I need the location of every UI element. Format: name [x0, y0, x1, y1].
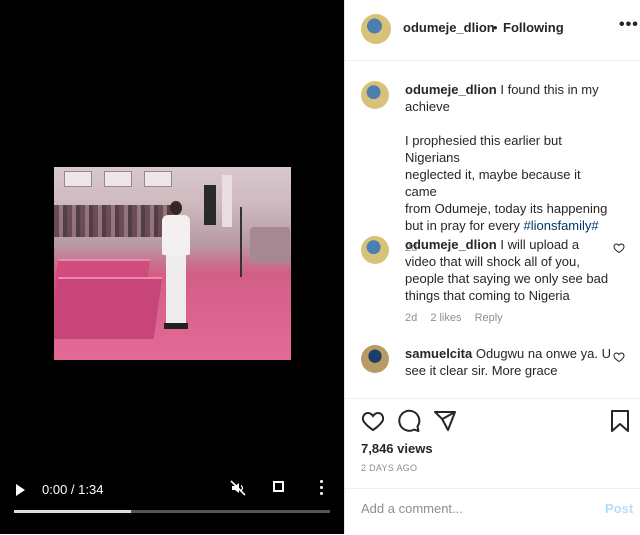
header-username[interactable]: odumeje_dlion	[403, 20, 495, 35]
video-window	[104, 171, 132, 187]
comment-text-line: but in pray for every	[405, 218, 524, 233]
video-speaker-person	[156, 201, 196, 331]
video-progress-bar[interactable]	[14, 510, 330, 513]
more-options-icon[interactable]	[320, 480, 324, 498]
heart-icon[interactable]	[613, 351, 625, 363]
video-window	[64, 171, 92, 187]
comment-username[interactable]: odumeje_dlion	[405, 237, 497, 252]
comment-time[interactable]: 2d	[405, 312, 417, 324]
reply-button[interactable]: Reply	[475, 312, 503, 324]
video-sofa	[250, 227, 290, 263]
video-frame[interactable]	[54, 167, 291, 360]
comment-meta: 2d 2 likes Reply	[405, 310, 611, 327]
comment-username[interactable]: samuelcita	[405, 346, 472, 361]
comments-list[interactable]: odumeje_dlion I found this in my achieve…	[345, 61, 640, 398]
avatar[interactable]	[361, 345, 389, 373]
video-progress-fill	[14, 510, 131, 513]
comment-body: odumeje_dlion I found this in my achieve…	[405, 81, 611, 257]
hashtag-link[interactable]: #lionsfamily#	[524, 218, 599, 233]
share-icon[interactable]	[433, 409, 457, 433]
more-options-icon[interactable]: •••	[619, 16, 639, 34]
comment-likes[interactable]: 2 likes	[430, 312, 461, 324]
comment-username[interactable]: odumeje_dlion	[405, 82, 497, 97]
like-icon[interactable]	[361, 409, 385, 433]
comment-text-line: I found this in my	[500, 82, 599, 97]
mute-icon[interactable]	[230, 480, 246, 496]
video-speaker	[204, 185, 216, 225]
post-date[interactable]: 2 DAYS AGO	[361, 463, 417, 473]
comment-icon[interactable]	[397, 409, 421, 433]
view-count[interactable]: 7,846 views	[361, 441, 433, 456]
avatar[interactable]	[361, 236, 389, 264]
comment-text-line: I prophesied this earlier but Nigerians	[405, 133, 562, 165]
video-stage-step	[54, 277, 163, 339]
comment-text-line: neglected it, maybe because it came	[405, 167, 581, 199]
avatar[interactable]	[361, 81, 389, 109]
video-pillar	[222, 175, 232, 227]
fullscreen-icon[interactable]	[273, 481, 284, 492]
post-header: odumeje_dlion • Following •••	[345, 0, 640, 61]
comment-body: odumeje_dlion I will upload a video that…	[405, 236, 611, 327]
following-button[interactable]: Following	[503, 20, 564, 35]
post-button[interactable]: Post	[605, 501, 633, 516]
heart-icon[interactable]	[613, 242, 625, 254]
post-side-panel: odumeje_dlion • Following ••• odumeje_dl…	[344, 0, 640, 534]
comment-text-line: from Odumeje, today its happening	[405, 201, 608, 216]
add-comment-bar: Add a comment... Post	[345, 488, 640, 535]
video-controls: 0:00 / 1:34	[0, 472, 344, 534]
comment-text-line: achieve	[405, 99, 450, 114]
comment-body: samuelcita Odugwu na onwe ya. U see it c…	[405, 345, 611, 379]
post-actions: 7,846 views 2 DAYS AGO	[345, 398, 640, 489]
avatar[interactable]	[361, 14, 391, 44]
header-separator: •	[493, 20, 498, 35]
video-window	[144, 171, 172, 187]
video-player[interactable]: 0:00 / 1:34	[0, 0, 344, 534]
play-icon[interactable]	[16, 484, 25, 496]
instagram-post-view: 0:00 / 1:34 odumeje_dlion • Following ••…	[0, 0, 640, 534]
video-time: 0:00 / 1:34	[42, 482, 104, 497]
save-bookmark-icon[interactable]	[609, 409, 631, 433]
comment-input[interactable]: Add a comment...	[361, 501, 463, 516]
video-mic-stand	[240, 207, 242, 277]
